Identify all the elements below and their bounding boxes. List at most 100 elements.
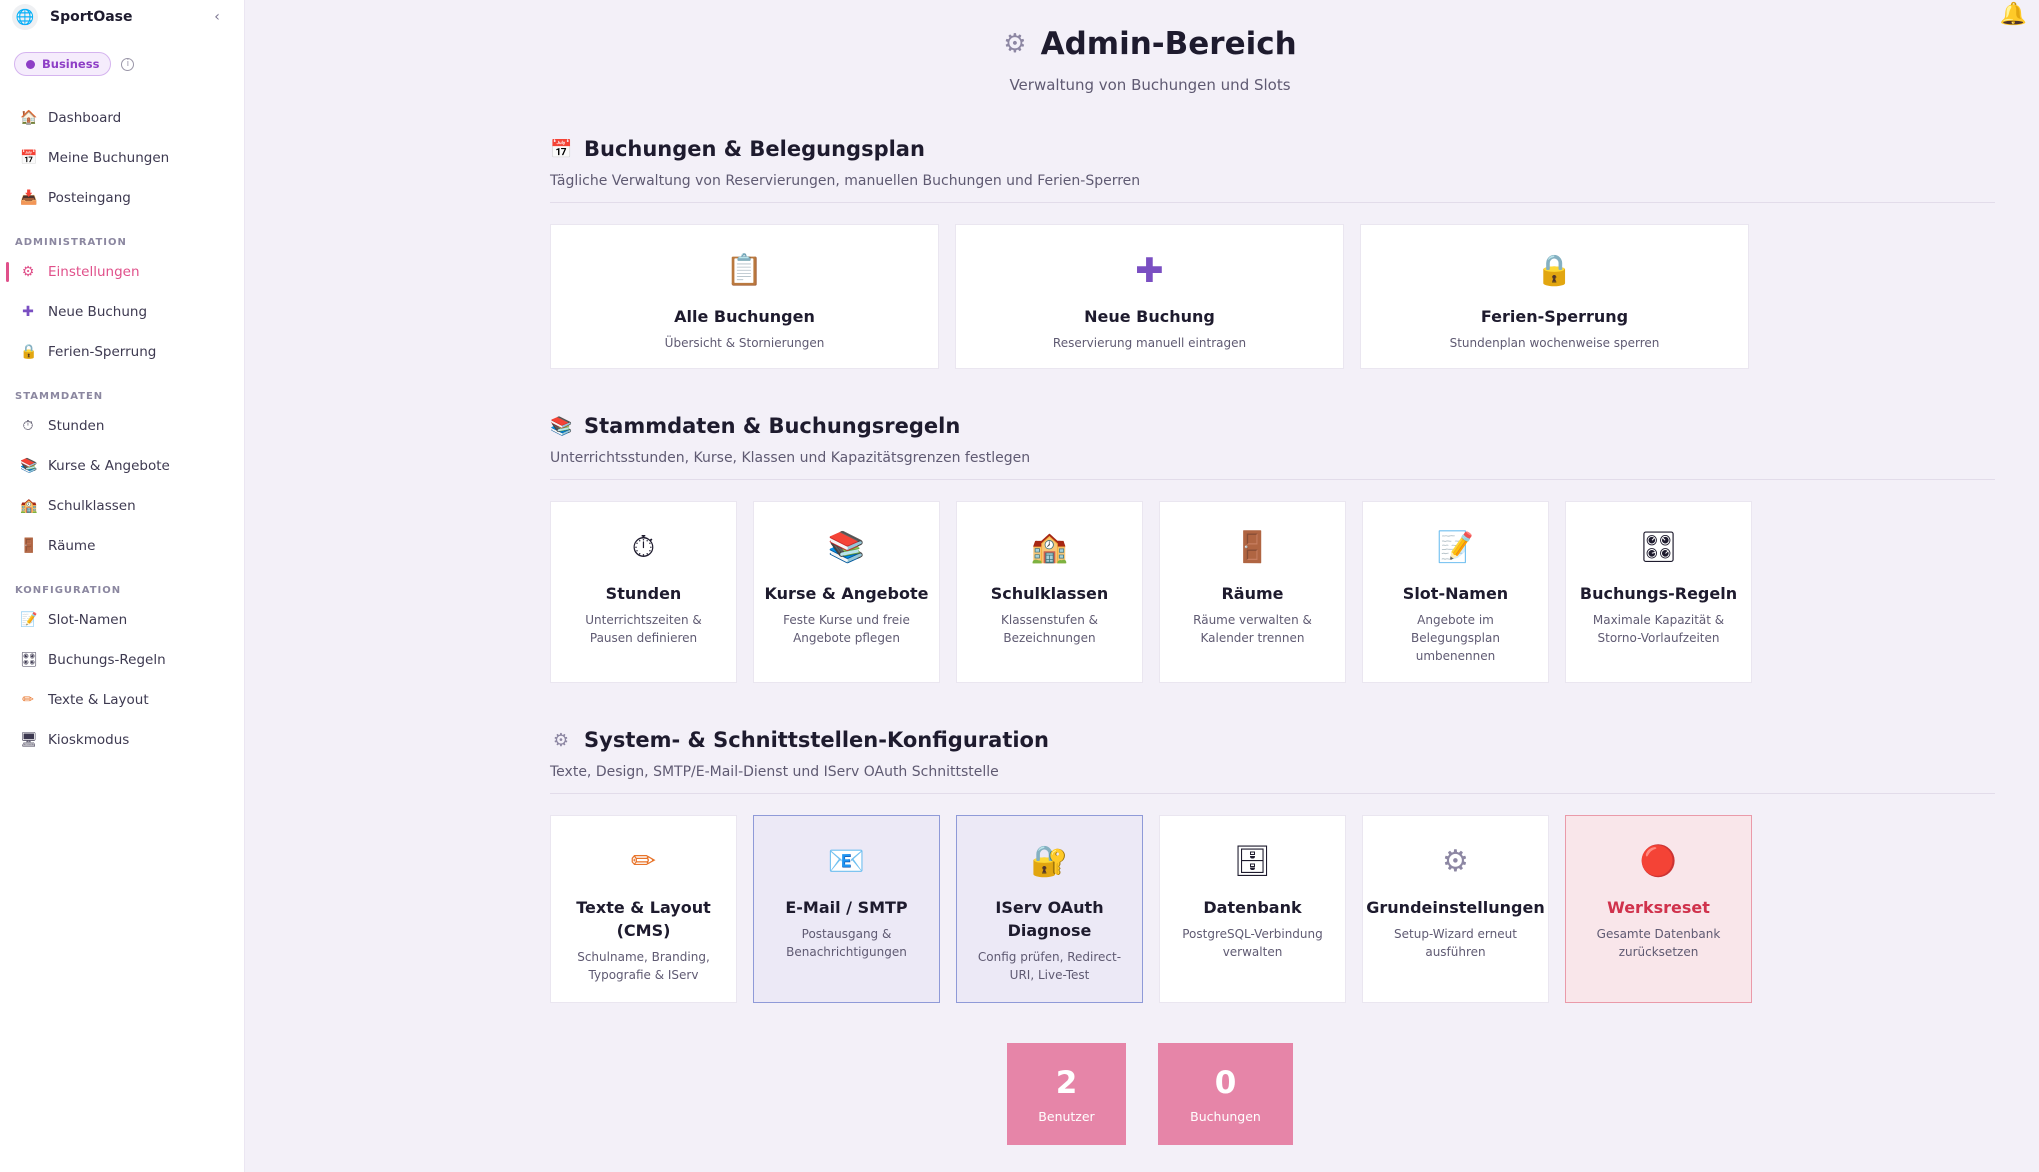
page-header: ⚙ Admin-Bereich Verwaltung von Buchungen… bbox=[245, 26, 2039, 94]
control-knobs-icon: 🎛 bbox=[1639, 530, 1678, 565]
sidebar-item-label: Buchungs-Regeln bbox=[48, 652, 166, 668]
section-subtitle: Tägliche Verwaltung von Reservierungen, … bbox=[550, 173, 1141, 189]
card-title: Schulklassen bbox=[990, 584, 1109, 603]
door-icon: 🚪 bbox=[1233, 530, 1272, 565]
sidebar-item-label: Posteingang bbox=[48, 190, 131, 206]
card-stunden[interactable]: ⏱ Stunden Unterrichtszeiten & Pausen def… bbox=[550, 501, 737, 683]
card-title: Kurse & Angebote bbox=[764, 584, 929, 603]
sidebar-item-stunden[interactable]: ⏱ Stunden bbox=[0, 406, 244, 446]
section-subtitle: Texte, Design, SMTP/E-Mail-Dienst und IS… bbox=[550, 764, 999, 780]
sidebar-item-label: Texte & Layout bbox=[48, 692, 149, 708]
card-description: Schulname, Branding, Typografie & IServ bbox=[577, 950, 710, 982]
sidebar-item-label: Neue Buchung bbox=[48, 304, 148, 320]
card-description: Räume verwalten & Kalender trennen bbox=[1193, 613, 1312, 645]
card-iserv-oauth[interactable]: 🔐 IServ OAuth Diagnose Config prüfen, Re… bbox=[956, 815, 1143, 1003]
memo-icon: 📝 bbox=[1436, 530, 1475, 565]
nav-section-stammdaten: STAMMDATEN bbox=[15, 391, 104, 402]
email-icon: 📧 bbox=[827, 844, 866, 879]
sidebar-item-slot-namen[interactable]: 📝 Slot-Namen bbox=[0, 600, 244, 640]
card-ferien-sperrung[interactable]: 🔒 Ferien-Sperrung Stundenplan wochenweis… bbox=[1360, 224, 1749, 369]
sidebar-item-ferien-sperrung[interactable]: 🔒 Ferien-Sperrung bbox=[0, 332, 244, 372]
card-grundeinstellungen[interactable]: ⚙ Grundeinstellungen Setup-Wizard erneut… bbox=[1362, 815, 1549, 1003]
section-divider bbox=[550, 202, 1995, 203]
stats-row: 2 Benutzer 0 Buchungen bbox=[245, 1043, 2039, 1145]
card-description: PostgreSQL-Verbindung verwalten bbox=[1182, 927, 1323, 959]
stat-users: 2 Benutzer bbox=[1007, 1043, 1126, 1145]
card-description: Feste Kurse und freie Angebote pflegen bbox=[783, 613, 910, 645]
card-description: Postausgang & Benachrichtigungen bbox=[786, 927, 907, 959]
sidebar-item-label: Kurse & Angebote bbox=[48, 458, 170, 474]
card-description: Setup-Wizard erneut ausführen bbox=[1394, 927, 1517, 959]
info-icon[interactable]: i bbox=[121, 57, 135, 71]
books-icon: 📚 bbox=[550, 415, 573, 437]
brand-name: SportOase bbox=[50, 9, 133, 25]
card-title: E-Mail / SMTP bbox=[785, 898, 908, 917]
card-email-smtp[interactable]: 📧 E-Mail / SMTP Postausgang & Benachrich… bbox=[753, 815, 940, 1003]
plan-dot bbox=[26, 59, 35, 69]
memo-icon: 📝 bbox=[20, 612, 38, 628]
app-root: 🌐 SportOase ‹ Business i 🏠 Dashboard 📅 M… bbox=[0, 0, 2039, 1172]
sidebar-item-schulklassen[interactable]: 🏫 Schulklassen bbox=[0, 486, 244, 526]
sidebar-item-texte-layout[interactable]: ✏ Texte & Layout bbox=[0, 680, 244, 720]
inbox-icon: 📥 bbox=[20, 190, 38, 206]
card-alle-buchungen[interactable]: 📋 Alle Buchungen Übersicht & Stornierung… bbox=[550, 224, 939, 369]
stat-value: 2 bbox=[1055, 1064, 1078, 1101]
card-schulklassen[interactable]: 🏫 Schulklassen Klassenstufen & Bezeichnu… bbox=[956, 501, 1143, 683]
stat-value: 0 bbox=[1214, 1064, 1237, 1101]
section-title: ⚙ System- & Schnittstellen-Konfiguration bbox=[550, 726, 1995, 754]
card-datenbank[interactable]: 🗄 Datenbank PostgreSQL-Verbindung verwal… bbox=[1159, 815, 1346, 1003]
card-title: IServ OAuth Diagnose bbox=[995, 898, 1104, 940]
card-buchungs-regeln[interactable]: 🎛 Buchungs-Regeln Maximale Kapazität & S… bbox=[1565, 501, 1752, 683]
card-title: Buchungs-Regeln bbox=[1579, 584, 1738, 603]
card-neue-buchung[interactable]: ✚ Neue Buchung Reservierung manuell eint… bbox=[955, 224, 1344, 369]
books-icon: 📚 bbox=[827, 530, 866, 565]
section-title-text: System- & Schnittstellen-Konfiguration bbox=[584, 728, 1049, 752]
stopwatch-icon: ⏱ bbox=[22, 418, 34, 434]
stat-bookings: 0 Buchungen bbox=[1158, 1043, 1293, 1145]
stopwatch-icon: ⏱ bbox=[631, 530, 656, 565]
plan-badge: Business bbox=[14, 52, 112, 76]
card-description: Gesamte Datenbank zurücksetzen bbox=[1596, 927, 1721, 959]
sidebar-item-kurse-angebote[interactable]: 📚 Kurse & Angebote bbox=[0, 446, 244, 486]
section-subtitle: Unterrichtsstunden, Kurse, Klassen und K… bbox=[550, 450, 1031, 466]
sidebar-item-raeume[interactable]: 🚪 Räume bbox=[0, 526, 244, 566]
sidebar-item-einstellungen[interactable]: ⚙ Einstellungen bbox=[0, 252, 244, 292]
sidebar-item-neue-buchung[interactable]: ✚ Neue Buchung bbox=[0, 292, 244, 332]
door-icon: 🚪 bbox=[20, 538, 38, 554]
card-description: Reservierung manuell eintragen bbox=[1052, 336, 1247, 350]
page-title-text: Admin-Bereich bbox=[1040, 26, 1297, 62]
clipboard-icon: 📋 bbox=[725, 253, 764, 288]
books-icon: 📚 bbox=[20, 458, 38, 474]
control-knobs-icon: 🎛 bbox=[20, 652, 38, 668]
sidebar-item-label: Ferien-Sperrung bbox=[48, 344, 157, 360]
sidebar-item-label: Stunden bbox=[48, 418, 105, 434]
card-slot-namen[interactable]: 📝 Slot-Namen Angebote im Belegungsplan u… bbox=[1362, 501, 1549, 683]
sidebar-item-meine-buchungen[interactable]: 📅 Meine Buchungen bbox=[0, 138, 244, 178]
card-title: Grundeinstellungen bbox=[1366, 898, 1545, 917]
card-title: Räume bbox=[1221, 584, 1284, 603]
card-description: Config prüfen, Redirect-URI, Live-Test bbox=[977, 950, 1122, 982]
card-texte-layout[interactable]: ✏ Texte & Layout (CMS) Schulname, Brandi… bbox=[550, 815, 737, 1003]
gear-icon: ⚙ bbox=[1003, 29, 1027, 59]
sidebar-item-kioskmodus[interactable]: 🖥 Kioskmodus bbox=[0, 720, 244, 760]
chevron-left-icon[interactable]: ‹ bbox=[208, 8, 226, 26]
card-title: Datenbank bbox=[1203, 898, 1302, 917]
sidebar-item-dashboard[interactable]: 🏠 Dashboard bbox=[0, 98, 244, 138]
house-icon: 🏠 bbox=[20, 110, 38, 126]
sidebar-item-label: Räume bbox=[48, 538, 96, 554]
card-title: Werksreset bbox=[1607, 898, 1710, 917]
sidebar-item-label: Kioskmodus bbox=[48, 732, 130, 748]
sidebar-item-posteingang[interactable]: 📥 Posteingang bbox=[0, 178, 244, 218]
sidebar-item-label: Schulklassen bbox=[48, 498, 136, 514]
stat-label: Benutzer bbox=[1038, 1108, 1095, 1124]
page-subtitle: Verwaltung von Buchungen und Slots bbox=[1009, 76, 1291, 94]
card-description: Übersicht & Stornierungen bbox=[664, 336, 825, 350]
sidebar-item-label: Einstellungen bbox=[48, 264, 140, 280]
sidebar-item-buchungs-regeln[interactable]: 🎛 Buchungs-Regeln bbox=[0, 640, 244, 680]
card-kurse-angebote[interactable]: 📚 Kurse & Angebote Feste Kurse und freie… bbox=[753, 501, 940, 683]
bell-icon[interactable]: 🔔 bbox=[2000, 2, 2027, 27]
card-werksreset[interactable]: 🔴 Werksreset Gesamte Datenbank zurückset… bbox=[1565, 815, 1752, 1003]
card-raeume[interactable]: 🚪 Räume Räume verwalten & Kalender trenn… bbox=[1159, 501, 1346, 683]
card-title: Slot-Namen bbox=[1402, 584, 1509, 603]
nav-section-konfiguration: KONFIGURATION bbox=[15, 585, 122, 596]
